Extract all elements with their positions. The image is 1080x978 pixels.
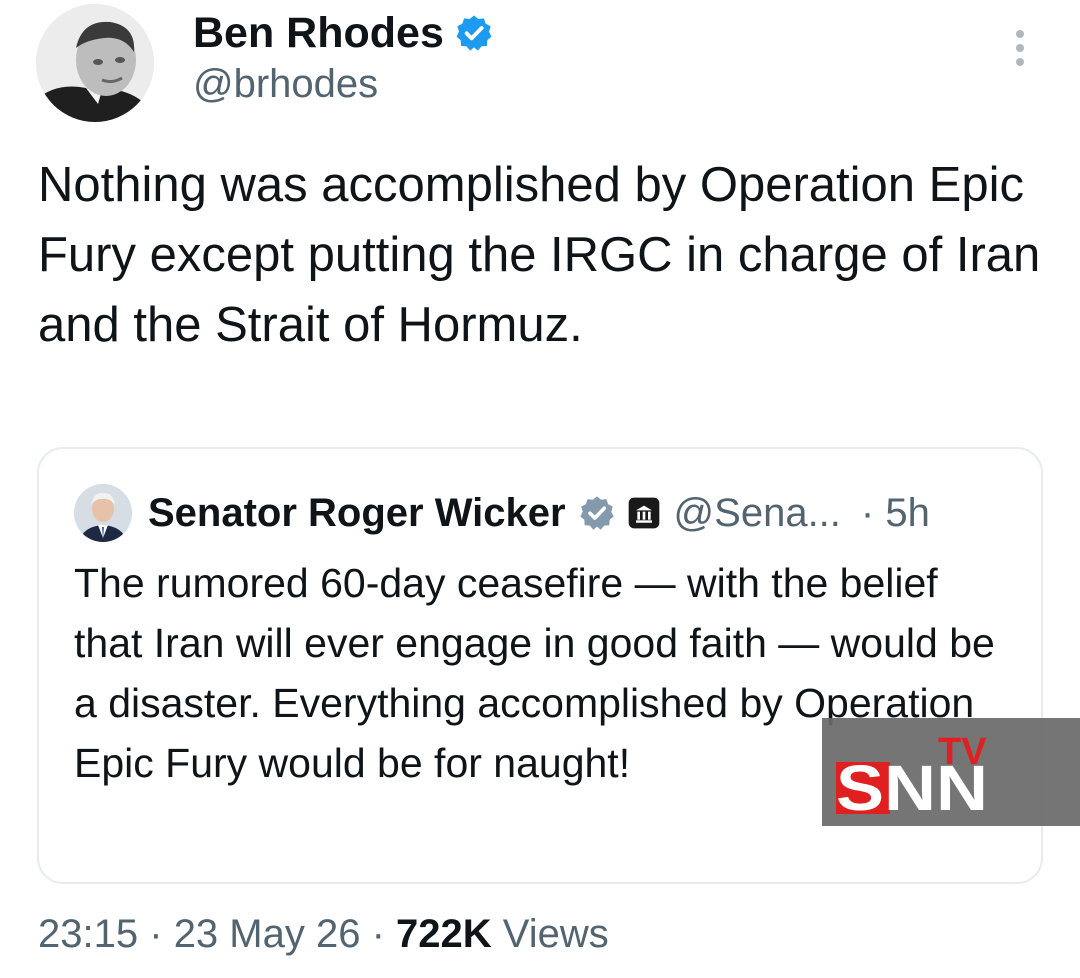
tweet-text: Nothing was accomplished by Operation Ep…: [38, 158, 1041, 352]
quoted-tweet-header: Senator Roger Wicker @Sena... · 5h: [74, 483, 930, 543]
quoted-author-handle[interactable]: @Sena...: [674, 491, 841, 536]
verified-badge-icon: [579, 496, 614, 530]
quoted-tweet-time[interactable]: · 5h: [861, 491, 930, 536]
tweet-time[interactable]: 23:15: [38, 912, 138, 956]
verified-badge-icon: [456, 15, 492, 51]
tweet-date[interactable]: 23 May 26: [174, 912, 361, 956]
government-building-icon: [628, 497, 659, 529]
views-label: Views: [502, 912, 609, 956]
watermark-sub: TV: [938, 731, 987, 773]
meta-separator: ·: [149, 912, 163, 956]
author-name-row: Ben Rhodes: [193, 8, 494, 58]
author-display-name[interactable]: Ben Rhodes: [193, 9, 444, 58]
tweet-meta: 23:15 · 23 May 26 · 722K Views: [38, 912, 609, 957]
author-handle[interactable]: @brhodes: [193, 62, 378, 107]
views-count[interactable]: 722K: [396, 912, 492, 956]
quoted-author-name[interactable]: Senator Roger Wicker: [148, 491, 566, 536]
quoted-author-avatar[interactable]: [74, 484, 132, 542]
more-vertical-icon[interactable]: [1010, 30, 1030, 74]
meta-separator: ·: [371, 912, 385, 956]
author-avatar[interactable]: [36, 4, 154, 122]
snn-tv-watermark: SNN TV: [822, 718, 1080, 826]
